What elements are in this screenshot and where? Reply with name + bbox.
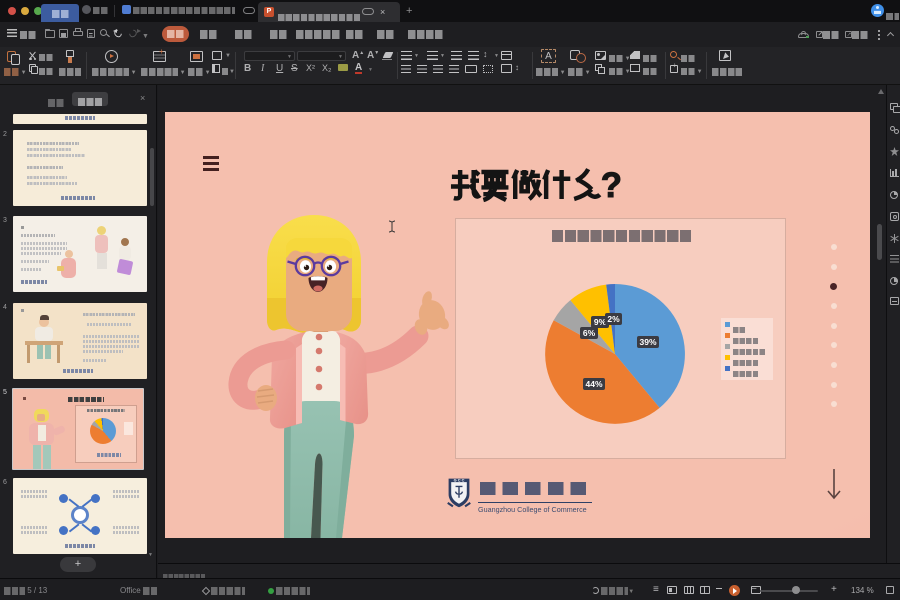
svg-text:39%: 39% — [639, 337, 656, 347]
svg-text:44%: 44% — [585, 379, 602, 389]
svg-text:?: ? — [601, 167, 622, 205]
svg-text:9%: 9% — [594, 317, 607, 327]
svg-text:6%: 6% — [583, 328, 596, 338]
svg-text:G C C: G C C — [454, 478, 465, 483]
svg-text:2%: 2% — [607, 314, 620, 324]
